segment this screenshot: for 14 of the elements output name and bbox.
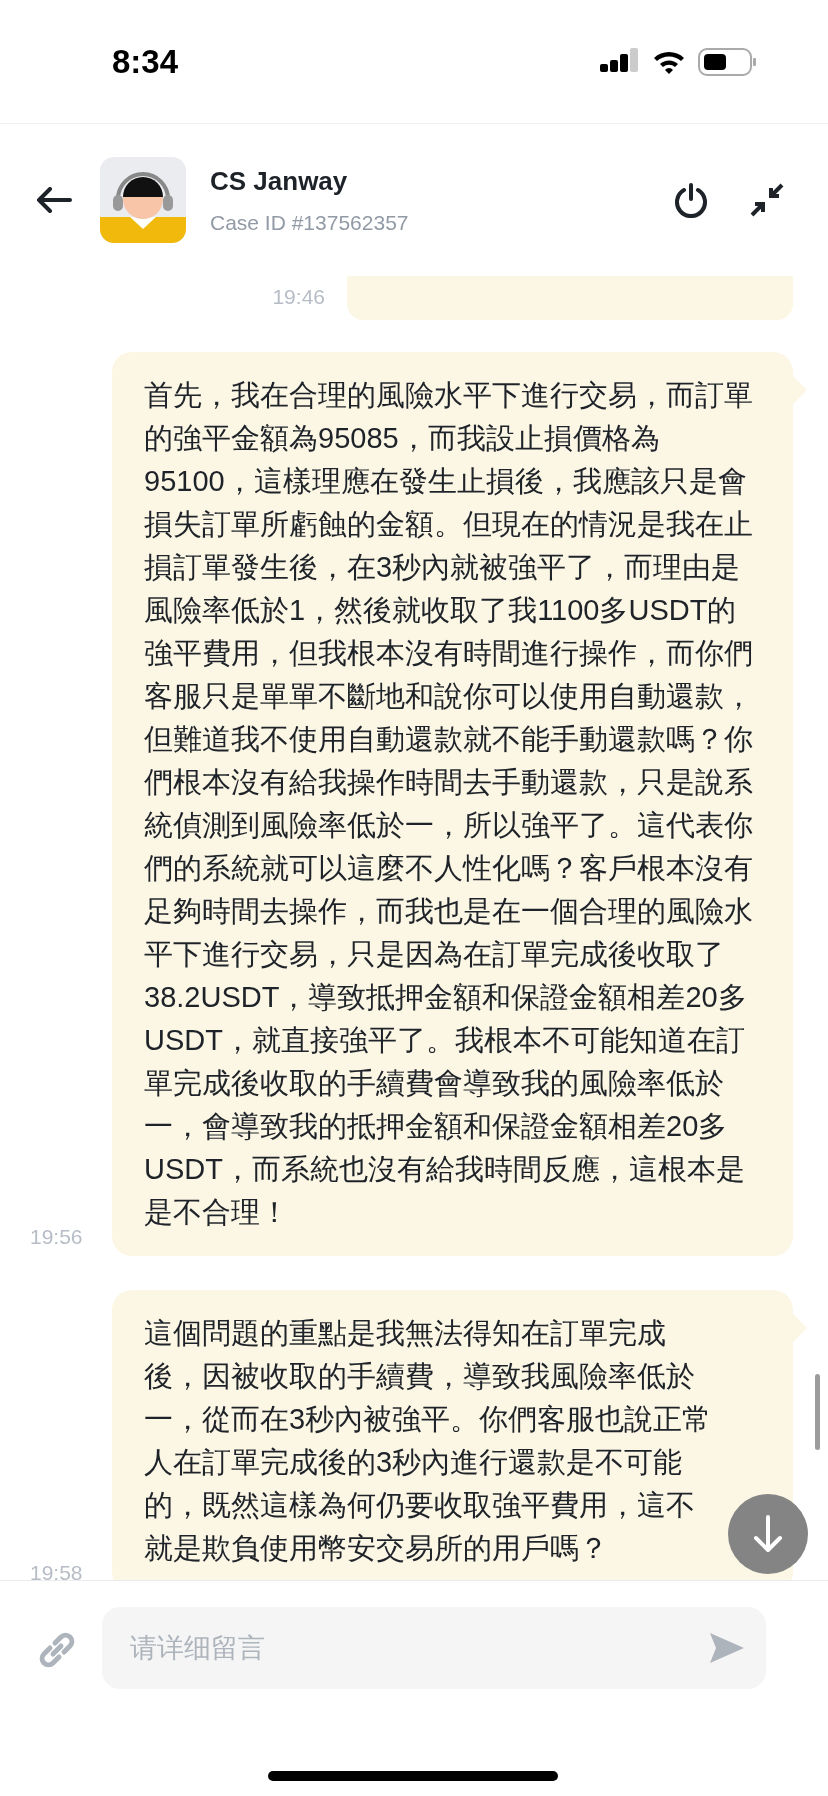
message-time: 19:56 (30, 1223, 84, 1250)
back-arrow-icon[interactable] (36, 187, 72, 213)
status-time: 8:34 (112, 41, 179, 82)
message-time: 19:58 (30, 1559, 84, 1580)
message-text: 這個問題的重點是我無法得知在訂單完成後，因被收取的手續費，導致我風險率低於一，從而在3秒內被強平。你們客服也說正常人在訂單完成後的3秒內進行還款是不可能的，既然這樣為何仍要收取強平費用，這不就是欺負使用幣安交易所的用戶嗎？ (144, 1316, 713, 1566)
message-time: 19:46 (272, 283, 325, 310)
agent-name: CS Janway (210, 164, 349, 198)
battery-icon (698, 46, 758, 77)
message-text: 首先，我在合理的風險水平下進行交易，而訂單的強平金額為95085，而我設止損價格為95100，這樣理應在發生止損後，我應該只是會損失訂單所虧蝕的金額。但現在的情況是我在止損訂單發生後，在3秒內就被強平了，而理由是風險率低於1，然後就收取了我1100多USDT的強平費用，但我根本沒有時間進行操作，而你們客服只是單單不斷地和說你可以使用自動還款，但難道我不使用自動還款就不能手動還款嗎？你們根本沒有給我操作時間去手動還款，只是說系統偵測到風險率低於一，所以強平了。這代表你們的系統就可以這麼不人性化嗎？客戶根本沒有足夠時間去操作，而我也是在一個合理的風險水平下進行交易，只是因為在訂單完成後收取了38.2USDT，導致抵押金額和保證金額相差20多USDT，就直接強平了。我根本不可能知道在訂單完成後收取的手續費會導致我的風險率低於一，會導致我的抵押金額和保證金額相差20多USDT，而系統也沒有給我時間反應，這根本是是不合理！ (144, 378, 754, 1230)
power-icon[interactable] (674, 182, 708, 218)
collapse-icon[interactable] (750, 183, 784, 217)
case-id: Case ID #137562357 (210, 209, 409, 236)
down-arrow-icon (753, 1515, 783, 1553)
message-field[interactable]: 请详细留言 (102, 1607, 766, 1689)
